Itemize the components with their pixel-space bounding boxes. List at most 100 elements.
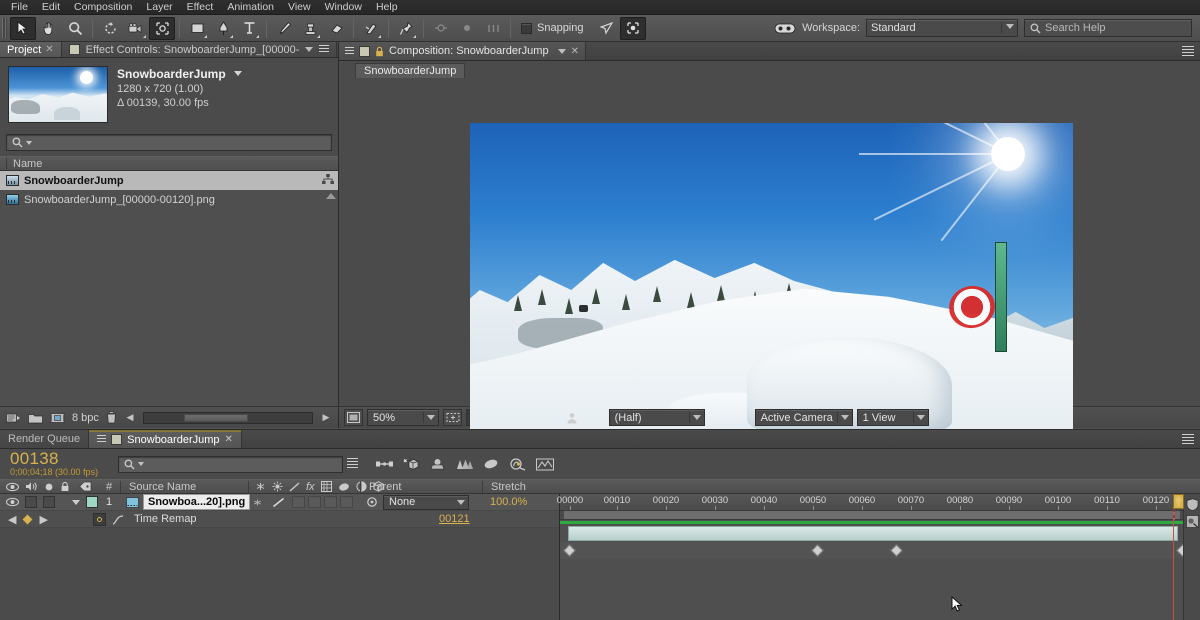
draft-3d-icon[interactable] xyxy=(403,458,419,471)
lock-icon[interactable] xyxy=(375,46,384,57)
comp-mini-flowchart-icon[interactable] xyxy=(1185,515,1199,528)
always-preview-icon[interactable] xyxy=(344,409,363,426)
rendered-frame[interactable] xyxy=(470,123,1073,437)
effects-switch-icon[interactable]: fx xyxy=(306,481,315,493)
grid-icon[interactable] xyxy=(480,17,506,40)
project-row-footage[interactable]: SnowboarderJump_[00000-00120].png xyxy=(0,190,338,209)
audio-icon[interactable] xyxy=(25,481,38,492)
playhead-handle[interactable] xyxy=(1173,494,1184,509)
menu-item-layer[interactable]: Layer xyxy=(139,0,179,15)
resolution-select[interactable]: (Half) xyxy=(608,409,705,426)
property-row-time-remap[interactable]: ◀ ▶ Time Remap 00121 xyxy=(0,511,559,528)
column-options-icon[interactable] xyxy=(347,458,358,470)
project-search-input[interactable] xyxy=(6,134,332,151)
layer-name-cell[interactable]: Snowboa...20].png xyxy=(120,494,251,510)
hand-tool[interactable] xyxy=(36,17,62,40)
menu-item-file[interactable]: File xyxy=(4,0,35,15)
scrollbar-thumb[interactable] xyxy=(184,413,249,422)
tab-effect-controls[interactable]: Effect Controls: SnowboarderJump_[00000- xyxy=(61,42,338,57)
parent-pickwhip-icon[interactable] xyxy=(366,496,378,508)
enable-frame-blending-icon[interactable] xyxy=(456,458,473,471)
chevron-down-icon[interactable] xyxy=(138,462,144,466)
quality-switch-icon[interactable] xyxy=(289,481,300,492)
text-tool[interactable] xyxy=(236,17,262,40)
parent-column-header[interactable]: Parent xyxy=(360,480,482,493)
composition-viewer[interactable] xyxy=(339,78,1200,437)
layer-duration-bar[interactable] xyxy=(568,526,1178,541)
zoom-tool[interactable] xyxy=(62,17,88,40)
panel-menu-icon[interactable] xyxy=(97,435,107,444)
breadcrumb[interactable]: SnowboarderJump xyxy=(355,63,466,78)
close-icon[interactable]: ✕ xyxy=(225,434,233,445)
time-graph[interactable]: 00000 00010 00020 00030 00040 00050 0006… xyxy=(557,494,1200,620)
menu-item-animation[interactable]: Animation xyxy=(220,0,281,15)
menu-item-effect[interactable]: Effect xyxy=(180,0,221,15)
motion-blur-switch-icon[interactable] xyxy=(338,482,350,492)
view-mode-select[interactable]: Active Camera xyxy=(754,409,853,426)
snapping-checkbox[interactable] xyxy=(521,22,532,34)
work-area-bar[interactable] xyxy=(560,511,1200,520)
brush-tool[interactable] xyxy=(271,17,297,40)
eye-icon[interactable] xyxy=(6,482,19,492)
clone-stamp-tool[interactable] xyxy=(297,17,323,40)
eraser-tool[interactable] xyxy=(323,17,349,40)
graph-editor-icon[interactable] xyxy=(509,457,526,471)
chevron-down-icon[interactable] xyxy=(233,71,242,76)
magnification-select[interactable]: 50% xyxy=(367,409,439,426)
comp-flowchart-icon[interactable] xyxy=(322,174,334,185)
view-layout-select[interactable]: 1 View xyxy=(856,409,929,426)
frame-blending-switch-icon[interactable] xyxy=(320,481,332,492)
list-scroll-up-icon[interactable] xyxy=(326,193,336,199)
brainstorm-icon[interactable] xyxy=(536,458,554,471)
new-comp-icon[interactable] xyxy=(50,412,65,424)
interpret-footage-icon[interactable] xyxy=(6,412,21,424)
shape-tool[interactable] xyxy=(184,17,210,40)
layer-label-color[interactable] xyxy=(86,496,98,508)
property-value[interactable]: 00121 xyxy=(439,513,559,525)
selection-tool[interactable] xyxy=(10,16,36,40)
stretch-value[interactable]: 100.0% xyxy=(482,496,552,508)
timeline-panel-menu-icon[interactable] xyxy=(1182,434,1194,444)
shy-switch-icon[interactable] xyxy=(252,498,263,507)
menu-item-view[interactable]: View xyxy=(281,0,318,15)
align-icon[interactable] xyxy=(428,17,454,40)
project-row-composition[interactable]: SnowboarderJump xyxy=(0,171,338,190)
lock-icon[interactable] xyxy=(60,481,70,492)
keyframe-track[interactable] xyxy=(560,542,1189,559)
delete-icon[interactable] xyxy=(106,411,117,424)
pan-behind-tool[interactable] xyxy=(149,16,175,40)
chevron-down-icon[interactable] xyxy=(305,47,314,52)
source-name-column-header[interactable]: Source Name xyxy=(120,480,248,493)
audio-toggle[interactable] xyxy=(25,496,37,508)
region-of-interest-icon[interactable] xyxy=(443,409,462,426)
shy-switch-icon[interactable] xyxy=(255,482,266,491)
dot-icon[interactable] xyxy=(454,17,480,40)
enable-motion-blur-icon[interactable] xyxy=(483,458,499,470)
layer-name[interactable]: Snowboa...20].png xyxy=(143,494,251,510)
scroll-left-icon[interactable]: ◀ xyxy=(124,412,136,423)
tab-project[interactable]: Project ✕ xyxy=(0,42,62,57)
current-time-display[interactable]: 00138 0;00;04;18 (30.00 fps) xyxy=(0,450,110,478)
close-icon[interactable]: ✕ xyxy=(571,46,579,57)
workspace-switch-icon[interactable] xyxy=(774,22,796,35)
bit-depth-label[interactable]: 8 bpc xyxy=(72,412,99,424)
camera-tool[interactable] xyxy=(123,17,149,40)
scroll-right-icon[interactable]: ▶ xyxy=(320,412,332,423)
composition-panel-menu-icon[interactable] xyxy=(1182,46,1194,56)
index-column-header[interactable]: # xyxy=(98,481,120,493)
live-update-icon[interactable] xyxy=(376,458,393,470)
next-keyframe-icon[interactable]: ▶ xyxy=(39,513,47,526)
playhead-line[interactable] xyxy=(1173,520,1174,620)
panel-menu-icon[interactable] xyxy=(345,46,354,56)
menu-item-help[interactable]: Help xyxy=(369,0,405,15)
timeline-search-input[interactable] xyxy=(118,455,343,473)
table-row[interactable]: 1 Snowboa...20].png None 100.0% xyxy=(0,494,559,511)
chevron-down-icon[interactable] xyxy=(557,48,566,54)
project-horizontal-scrollbar[interactable] xyxy=(142,411,313,424)
snap-arrow-icon[interactable] xyxy=(594,17,620,40)
menu-item-window[interactable]: Window xyxy=(318,0,369,15)
tab-render-queue[interactable]: Render Queue xyxy=(0,430,90,448)
previous-keyframe-icon[interactable]: ◀ xyxy=(8,513,16,526)
workspace-select[interactable]: Standard xyxy=(866,19,1018,37)
switch-box-2[interactable] xyxy=(308,496,321,508)
